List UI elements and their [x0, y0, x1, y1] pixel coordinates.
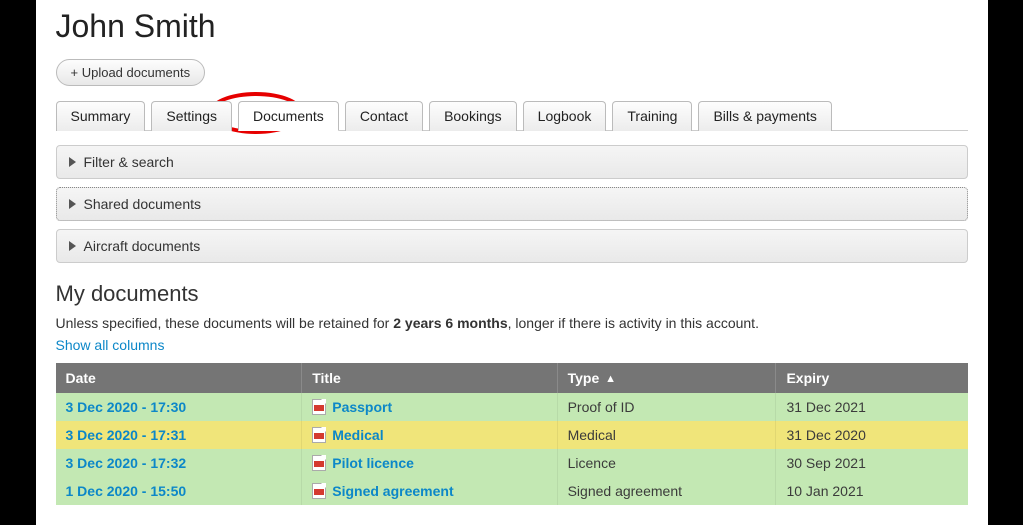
cell-title: Passport	[302, 393, 557, 421]
pdf-icon	[312, 427, 326, 443]
upload-documents-button[interactable]: + Upload documents	[56, 59, 206, 86]
col-date[interactable]: Date	[56, 363, 302, 393]
document-link[interactable]: Pilot licence	[332, 455, 414, 471]
retention-notice: Unless specified, these documents will b…	[56, 315, 968, 331]
chevron-right-icon	[69, 241, 76, 251]
tab-contact[interactable]: Contact	[345, 101, 423, 131]
accordion-label: Shared documents	[84, 196, 202, 212]
tab-bills-payments[interactable]: Bills & payments	[698, 101, 831, 131]
cell-expiry: 10 Jan 2021	[776, 477, 968, 505]
table-row: 3 Dec 2020 - 17:30 Passport Proof of ID31 …	[56, 393, 968, 421]
col-type[interactable]: Type ▲	[557, 363, 776, 393]
table-row: 1 Dec 2020 - 15:50 Signed agreement Signed…	[56, 477, 968, 505]
cell-date[interactable]: 3 Dec 2020 - 17:32	[56, 449, 302, 477]
document-link[interactable]: Signed agreement	[332, 483, 453, 499]
page-title: John Smith	[56, 8, 968, 45]
retention-duration: 2 years 6 months	[393, 315, 507, 331]
cell-title: Pilot licence	[302, 449, 557, 477]
tabs-bar: SummarySettingsDocumentsContactBookingsL…	[56, 100, 968, 131]
pdf-icon	[312, 483, 326, 499]
cell-title: Signed agreement	[302, 477, 557, 505]
tab-settings[interactable]: Settings	[151, 101, 232, 131]
cell-expiry: 31 Dec 2021	[776, 393, 968, 421]
cell-type: Signed agreement	[557, 477, 776, 505]
chevron-right-icon	[69, 157, 76, 167]
col-expiry[interactable]: Expiry	[776, 363, 968, 393]
table-row: 3 Dec 2020 - 17:31MedicalMedical31 Dec 2…	[56, 421, 968, 449]
chevron-right-icon	[69, 199, 76, 209]
pdf-icon	[312, 399, 326, 415]
accordion-label: Aircraft documents	[84, 238, 201, 254]
tab-training[interactable]: Training	[612, 101, 692, 131]
cell-expiry: 30 Sep 2021	[776, 449, 968, 477]
accordion-label: Filter & search	[84, 154, 174, 170]
table-row: 3 Dec 2020 - 17:32 Pilot licence Licence30…	[56, 449, 968, 477]
documents-table: Date Title Type ▲ Expiry 3 Dec 2020 - 17…	[56, 363, 968, 505]
cell-type: Medical	[557, 421, 776, 449]
cell-title: Medical	[302, 421, 557, 449]
accordion-aircraft-documents[interactable]: Aircraft documents	[56, 229, 968, 263]
my-documents-heading: My documents	[56, 281, 968, 307]
show-all-columns-link[interactable]: Show all columns	[56, 337, 165, 353]
cell-type: Licence	[557, 449, 776, 477]
tab-bookings[interactable]: Bookings	[429, 101, 517, 131]
sort-asc-icon: ▲	[605, 373, 616, 385]
cell-expiry: 31 Dec 2020	[776, 421, 968, 449]
document-link[interactable]: Passport	[332, 399, 392, 415]
cell-date[interactable]: 3 Dec 2020 - 17:31	[56, 421, 302, 449]
retention-prefix: Unless specified, these documents will b…	[56, 315, 394, 331]
cell-date[interactable]: 1 Dec 2020 - 15:50	[56, 477, 302, 505]
tab-documents[interactable]: Documents	[238, 101, 339, 131]
tab-summary[interactable]: Summary	[56, 101, 146, 131]
col-title[interactable]: Title	[302, 363, 557, 393]
accordion-shared-documents[interactable]: Shared documents	[56, 187, 968, 221]
cell-date[interactable]: 3 Dec 2020 - 17:30	[56, 393, 302, 421]
document-link[interactable]: Medical	[332, 427, 383, 443]
accordion-filter-search[interactable]: Filter & search	[56, 145, 968, 179]
retention-suffix: , longer if there is activity in this ac…	[508, 315, 759, 331]
tab-logbook[interactable]: Logbook	[523, 101, 607, 131]
cell-type: Proof of ID	[557, 393, 776, 421]
pdf-icon	[312, 455, 326, 471]
